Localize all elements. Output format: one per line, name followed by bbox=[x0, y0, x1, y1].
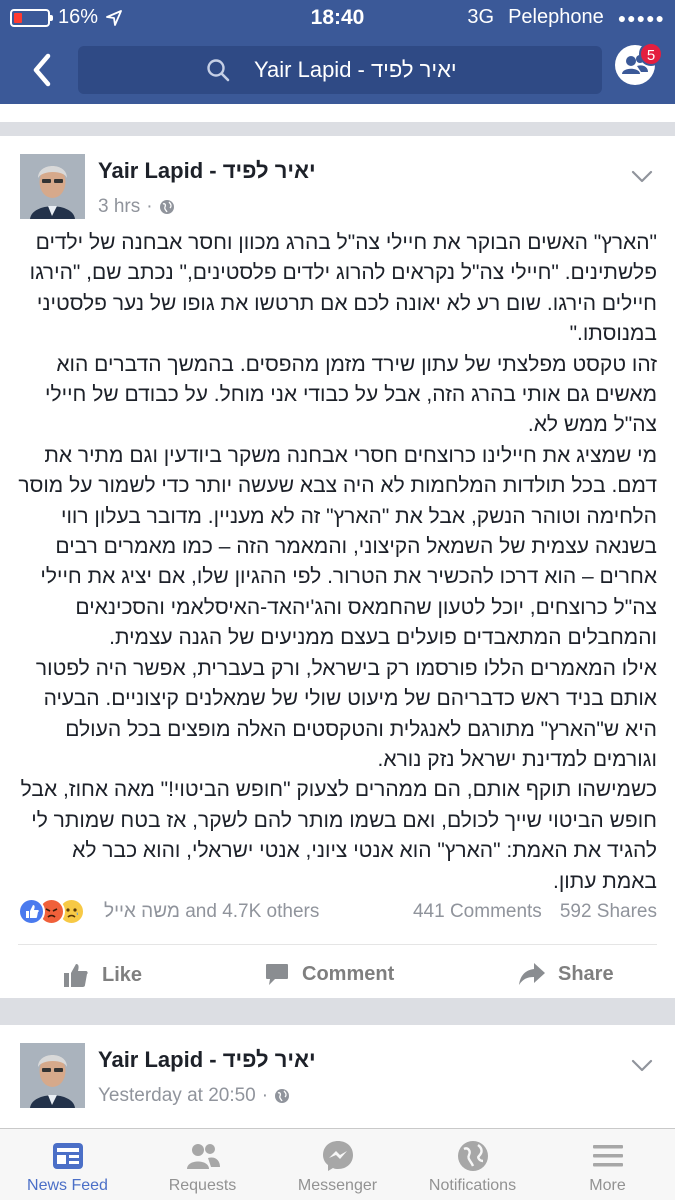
share-arrow-icon bbox=[519, 963, 545, 985]
avatar[interactable] bbox=[20, 1043, 85, 1108]
globe-icon bbox=[457, 1141, 488, 1171]
tab-news-feed[interactable]: News Feed bbox=[0, 1129, 135, 1200]
tab-label: Requests bbox=[168, 1177, 237, 1194]
post-card: Yair Lapid - יאיר לפיד Yesterday at 20:5… bbox=[0, 1025, 675, 1135]
search-icon bbox=[207, 59, 230, 82]
chevron-down-icon[interactable] bbox=[631, 1059, 653, 1073]
profile-photo bbox=[20, 1043, 85, 1108]
like-button[interactable]: Like bbox=[62, 961, 142, 989]
search-query: Yair Lapid - יאיר לפיד bbox=[254, 57, 457, 82]
post-paragraph: כשמישהו תוקף אותם, הם ממהרים לצעוק "חופש… bbox=[20, 778, 657, 893]
reactions-text: משה אייל and 4.7K others bbox=[104, 901, 320, 922]
nav-bar: Yair Lapid - יאיר לפיד 5 bbox=[0, 40, 675, 100]
post-author[interactable]: Yair Lapid - יאיר לפיד bbox=[98, 1047, 316, 1073]
separator-dot: · bbox=[146, 196, 153, 217]
tab-more[interactable]: More bbox=[540, 1129, 675, 1200]
chevron-down-icon[interactable] bbox=[631, 170, 653, 184]
menu-icon bbox=[592, 1145, 623, 1167]
back-arrow-icon[interactable] bbox=[28, 50, 58, 90]
signal-icon: ●●●●● bbox=[617, 9, 665, 26]
notification-badge: 5 bbox=[639, 42, 663, 66]
post-meta: Yesterday at 20:50 · bbox=[98, 1085, 290, 1107]
reaction-icons bbox=[18, 898, 85, 925]
globe-icon bbox=[275, 1089, 290, 1103]
header: 16% 18:40 3G Pelephone ●●●●● Yair Lapid … bbox=[0, 0, 675, 104]
tab-bar: News Feed Requests Messenger Notificatio… bbox=[0, 1128, 675, 1200]
feed-top-strip bbox=[0, 104, 675, 122]
post-paragraph: אילו המאמרים הללו פורסמו רק בישראל, ורק … bbox=[35, 656, 657, 771]
profile-photo bbox=[20, 154, 85, 219]
separator-dot: · bbox=[261, 1085, 269, 1106]
comment-button[interactable]: Comment bbox=[264, 961, 394, 987]
like-label: Like bbox=[102, 963, 143, 986]
post-paragraph: זהו טקסט מפלצתי של עתון שירד מזמן מהפסים… bbox=[45, 352, 657, 437]
requests-icon bbox=[186, 1144, 220, 1169]
post-meta: 3 hrs · bbox=[98, 196, 175, 218]
tab-label: More bbox=[589, 1177, 626, 1194]
divider bbox=[18, 944, 657, 945]
post-card: Yair Lapid - יאיר לפיד 3 hrs · "הארץ" הא… bbox=[0, 136, 675, 998]
shares-count[interactable]: 592 Shares bbox=[560, 901, 657, 923]
share-button[interactable]: Share bbox=[518, 961, 614, 987]
carrier-name: Pelephone bbox=[508, 6, 604, 28]
tab-messenger[interactable]: Messenger bbox=[270, 1129, 405, 1200]
post-paragraph: "הארץ" האשים הבוקר את חיילי צה"ל בהרג מכ… bbox=[29, 231, 657, 346]
share-label: Share bbox=[558, 962, 614, 985]
post-time[interactable]: Yesterday at 20:50 bbox=[98, 1085, 256, 1107]
tab-label: Notifications bbox=[428, 1177, 517, 1194]
news-feed-icon bbox=[52, 1143, 83, 1169]
comments-count[interactable]: 441 Comments bbox=[413, 901, 542, 923]
post-paragraph: מי שמציג את חיילינו כרוצחים חסרי אבחנה מ… bbox=[18, 443, 657, 650]
post-actions: Like Comment Share bbox=[0, 961, 675, 997]
like-reaction-icon bbox=[18, 898, 45, 925]
tab-notifications[interactable]: Notifications bbox=[405, 1129, 540, 1200]
reactions-summary[interactable]: משה אייל and 4.7K others 441 Comments 59… bbox=[18, 896, 657, 928]
tab-label: News Feed bbox=[27, 1177, 108, 1194]
messenger-icon bbox=[322, 1141, 353, 1171]
network-type: 3G bbox=[467, 6, 495, 28]
tab-label: Messenger bbox=[297, 1177, 378, 1194]
post-body: "הארץ" האשים הבוקר את חיילי צה"ל בהרג מכ… bbox=[18, 228, 657, 897]
post-author[interactable]: Yair Lapid - יאיר לפיד bbox=[98, 158, 316, 184]
comment-icon bbox=[266, 964, 288, 985]
search-bar[interactable]: Yair Lapid - יאיר לפיד bbox=[78, 46, 602, 94]
status-bar: 16% 18:40 3G Pelephone ●●●●● bbox=[0, 0, 675, 36]
avatar[interactable] bbox=[20, 154, 85, 219]
comment-label: Comment bbox=[302, 962, 395, 985]
thumbs-up-icon bbox=[64, 964, 88, 987]
globe-icon bbox=[159, 200, 174, 214]
tab-requests[interactable]: Requests bbox=[135, 1129, 270, 1200]
post-time[interactable]: 3 hrs bbox=[98, 196, 140, 218]
